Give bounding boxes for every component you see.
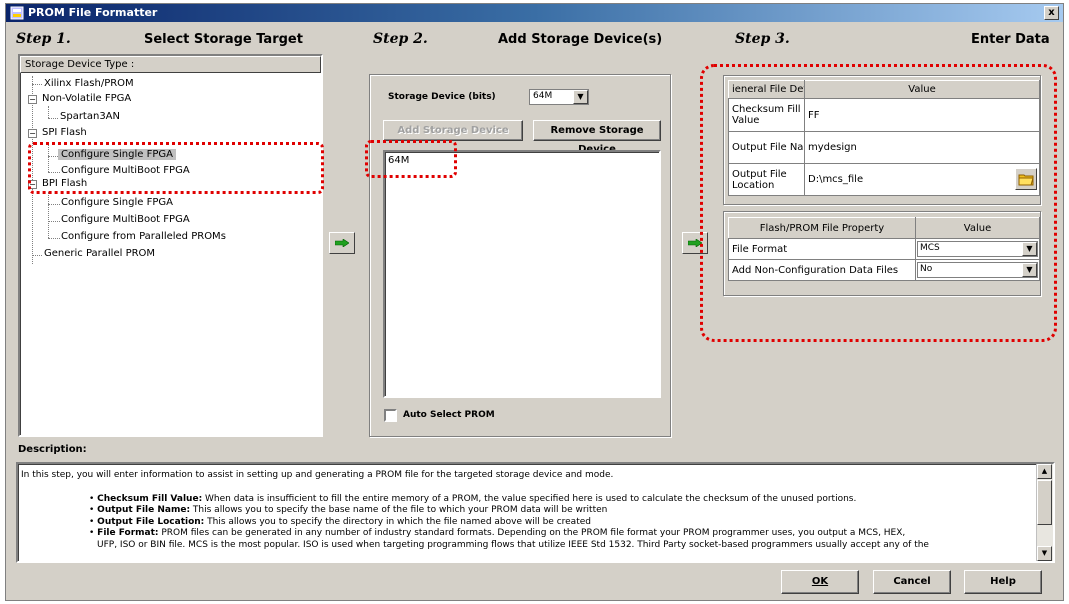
storage-device-tree[interactable]: Storage Device Type : Xilinx Flash/PROM …: [18, 54, 323, 437]
tree-item-bpi-configure-paralleled[interactable]: Configure from Paralleled PROMs: [61, 231, 226, 242]
description-item: • Output File Name: This allows you to s…: [89, 505, 608, 515]
highlight-marker: [28, 142, 324, 194]
storage-device-list[interactable]: 64M: [383, 150, 661, 398]
description-item: • Output File Location: This allows you …: [89, 516, 591, 527]
description-item: • File Format: PROM files can be generat…: [89, 528, 906, 538]
storage-device-group: Storage Device (bits) 64M ▼ Add Storage …: [369, 74, 671, 437]
scroll-down-icon[interactable]: ▼: [1037, 546, 1052, 561]
tree-item-generic-parallel-prom[interactable]: Generic Parallel PROM: [44, 248, 155, 259]
prom-file-formatter-window: PROM File Formatter x Step 1. Select Sto…: [5, 3, 1064, 601]
chevron-down-icon[interactable]: ▼: [573, 90, 588, 104]
auto-select-prom-checkbox[interactable]: [384, 409, 397, 422]
add-storage-device-button[interactable]: Add Storage Device: [383, 120, 523, 141]
step3-title: Enter Data: [971, 32, 1050, 47]
description-panel[interactable]: In this step, you will enter information…: [16, 462, 1055, 563]
tree-item-spartan3an[interactable]: Spartan3AN: [60, 111, 120, 122]
description-scrollbar[interactable]: ▲ ▼: [1036, 464, 1053, 561]
title-bar[interactable]: PROM File Formatter x: [6, 4, 1063, 22]
step3-number: Step 3.: [735, 31, 790, 47]
close-button[interactable]: x: [1044, 6, 1059, 20]
next-step2-button[interactable]: [329, 232, 355, 254]
description-label: Description:: [18, 444, 87, 455]
window-title: PROM File Formatter: [28, 6, 158, 19]
description-item: • Checksum Fill Value: When data is insu…: [89, 493, 857, 504]
description-text: In this step, you will enter information…: [21, 470, 1031, 551]
tree-item-xilinx-flash[interactable]: Xilinx Flash/PROM: [44, 78, 134, 89]
cancel-button[interactable]: Cancel: [873, 570, 951, 594]
step2-title: Add Storage Device(s): [498, 32, 663, 47]
collapse-icon[interactable]: −: [28, 129, 37, 138]
highlight-marker: [700, 64, 1057, 342]
tree-item-bpi-configure-multiboot[interactable]: Configure MultiBoot FPGA: [61, 214, 190, 225]
remove-storage-device-button[interactable]: Remove Storage Device: [533, 120, 661, 155]
app-icon: [10, 6, 24, 20]
tree-item-bpi-configure-single[interactable]: Configure Single FPGA: [61, 197, 173, 208]
step1-title: Select Storage Target: [144, 32, 303, 47]
description-intro: In this step, you will enter information…: [21, 470, 614, 480]
scroll-up-icon[interactable]: ▲: [1037, 464, 1052, 479]
size-select-value: 64M: [533, 91, 553, 101]
scroll-thumb[interactable]: [1037, 480, 1052, 525]
step1-number: Step 1.: [16, 31, 71, 47]
collapse-icon[interactable]: −: [28, 95, 37, 104]
tree-header: Storage Device Type :: [20, 56, 321, 73]
tree-item-non-volatile-fpga[interactable]: Non-Volatile FPGA: [42, 93, 131, 104]
tree-item-spi-flash[interactable]: SPI Flash: [42, 127, 87, 138]
auto-select-prom-label: Auto Select PROM: [403, 410, 495, 420]
storage-device-size-select[interactable]: 64M ▼: [529, 89, 589, 105]
step2-number: Step 2.: [373, 31, 428, 47]
ok-button[interactable]: OK: [781, 570, 859, 594]
description-overflow: UFP, ISO or BIN file. MCS is the most po…: [97, 539, 929, 550]
help-button[interactable]: Help: [964, 570, 1042, 594]
storage-device-size-label: Storage Device (bits): [388, 92, 496, 102]
right-arrow-icon: [335, 239, 349, 247]
highlight-marker: [365, 140, 457, 178]
